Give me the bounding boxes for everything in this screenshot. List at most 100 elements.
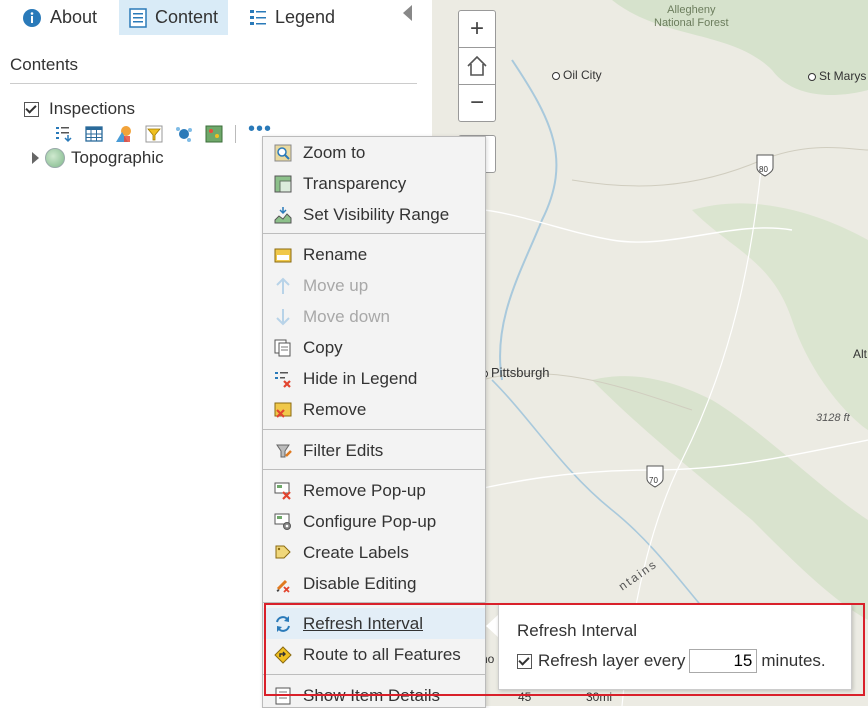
menu-item-zoom-to[interactable]: Zoom to <box>263 137 485 168</box>
copy-icon <box>274 339 291 356</box>
menu-item-disable-editing[interactable]: Disable Editing <box>263 568 485 599</box>
menu-item-move-up[interactable]: Move up <box>263 270 485 301</box>
menu-divider <box>263 233 485 234</box>
menu-item-show-item-details[interactable]: Show Item Details <box>263 680 485 707</box>
layer-label[interactable]: Inspections <box>49 99 135 119</box>
tab-about[interactable]: About <box>22 0 97 35</box>
scale-bar-km: 45 <box>518 690 532 704</box>
refresh-interval-title: Refresh Interval <box>517 621 637 640</box>
city-name: Pittsburgh <box>491 365 550 380</box>
layer-label[interactable]: Topographic <box>71 148 164 168</box>
menu-item-configure-popup[interactable]: Configure Pop-up <box>263 506 485 537</box>
transparency-icon <box>274 175 292 192</box>
layer-tools: ••• <box>55 118 272 145</box>
change-style-icon[interactable] <box>115 125 133 143</box>
home-icon <box>467 55 487 76</box>
map-background <box>432 0 868 706</box>
city-marker-icon <box>808 72 816 81</box>
map-label-city: Alt <box>853 347 868 361</box>
menu-item-label: Move down <box>303 306 390 326</box>
menu-item-set-visibility-range[interactable]: Set Visibility Range <box>263 199 485 230</box>
map-label-city: St Marys <box>808 69 866 83</box>
refresh-icon <box>276 615 290 632</box>
menu-item-move-down[interactable]: Move down <box>263 301 485 332</box>
interstate-shield-label: 80 <box>759 165 768 174</box>
remove-icon <box>274 402 292 418</box>
menu-item-label: Transparency <box>303 173 407 193</box>
menu-item-label: Set Visibility Range <box>303 204 450 224</box>
create-labels-icon <box>275 545 291 558</box>
menu-item-hide-in-legend[interactable]: Hide in Legend <box>263 363 485 394</box>
menu-divider <box>263 674 485 675</box>
tab-legend-label: Legend <box>275 7 336 27</box>
filter-icon[interactable] <box>145 125 163 143</box>
plus-icon: + <box>469 15 484 42</box>
attribute-table-icon[interactable] <box>85 125 103 143</box>
home-button[interactable] <box>458 47 496 85</box>
menu-item-remove[interactable]: Remove <box>263 394 485 425</box>
city-name: Oil City <box>563 68 602 82</box>
analysis-icon[interactable] <box>175 125 193 143</box>
map-label-city: Oil City <box>552 68 602 82</box>
scale-bar-mi: 30mi <box>586 690 613 704</box>
menu-item-transparency[interactable]: Transparency <box>263 168 485 199</box>
hide-legend-icon <box>275 371 291 388</box>
refresh-interval-row: Refresh layer every minutes. <box>517 649 826 673</box>
menu-item-label: Filter Edits <box>303 440 384 460</box>
menu-item-label: Remove <box>303 399 367 419</box>
menu-item-rename[interactable]: Rename <box>263 239 485 270</box>
tab-legend[interactable]: Legend <box>249 0 335 35</box>
menu-item-copy[interactable]: Copy <box>263 332 485 363</box>
contents-heading: Contents <box>10 55 79 74</box>
collapse-panel-icon[interactable] <box>403 5 412 21</box>
menu-item-label: Hide in Legend <box>303 368 418 388</box>
info-icon <box>23 8 41 27</box>
menu-item-route-to-all-features[interactable]: Route to all Features <box>263 639 485 670</box>
menu-item-label: Create Labels <box>303 542 409 562</box>
layer-visibility-checkbox[interactable] <box>24 101 39 117</box>
menu-item-label: Move up <box>303 275 369 295</box>
divider <box>10 83 417 84</box>
menu-item-label: Refresh Interval <box>303 613 423 633</box>
filter-edits-icon <box>276 444 292 457</box>
rename-icon <box>274 248 292 262</box>
legend-icon <box>250 9 266 25</box>
basemap-globe-icon <box>45 148 65 168</box>
refresh-checkbox-label[interactable]: Refresh layer every <box>538 651 685 671</box>
show-legend-icon[interactable] <box>55 125 73 143</box>
arrow-up-icon <box>276 277 290 294</box>
item-details-icon <box>275 687 291 704</box>
menu-item-label: Copy <box>303 337 343 357</box>
menu-item-label: Show Item Details <box>303 685 440 705</box>
layer-item-topographic[interactable]: Topographic <box>32 148 164 168</box>
zoom-in-button[interactable]: + <box>458 10 496 48</box>
map-label-forest: Allegheny National Forest <box>654 4 729 29</box>
disable-editing-icon <box>276 579 290 593</box>
remove-popup-icon <box>274 482 291 500</box>
menu-item-refresh-interval[interactable]: Refresh Interval <box>263 608 485 639</box>
refresh-checkbox[interactable] <box>517 653 532 669</box>
menu-item-filter-edits[interactable]: Filter Edits <box>263 435 485 466</box>
zoom-out-button[interactable]: − <box>458 84 496 122</box>
visibility-range-icon <box>274 206 292 223</box>
interstate-shield-label: 70 <box>649 476 658 485</box>
refresh-minutes-input[interactable] <box>689 649 758 673</box>
menu-item-create-labels[interactable]: Create Labels <box>263 537 485 568</box>
tab-about-label: About <box>50 7 98 27</box>
menu-item-label: Zoom to <box>303 142 366 162</box>
content-list-icon <box>129 7 147 28</box>
layer-item-inspections[interactable]: Inspections <box>24 99 135 119</box>
menu-item-remove-popup[interactable]: Remove Pop-up <box>263 475 485 506</box>
map-view[interactable]: Allegheny National Forest Oil City St Ma… <box>432 0 868 706</box>
tab-content[interactable]: Content <box>119 0 228 35</box>
arrow-down-icon <box>276 308 290 325</box>
menu-item-label: Configure Pop-up <box>303 511 437 531</box>
menu-divider <box>263 469 485 470</box>
map-viewer-icon[interactable] <box>205 125 223 143</box>
menu-item-label: Disable Editing <box>303 573 417 593</box>
route-icon <box>274 645 292 664</box>
configure-popup-icon <box>274 513 291 530</box>
city-marker-icon <box>552 71 560 80</box>
expand-arrow-icon[interactable] <box>32 152 39 164</box>
refresh-interval-panel: Refresh Interval Refresh layer every min… <box>498 604 852 690</box>
